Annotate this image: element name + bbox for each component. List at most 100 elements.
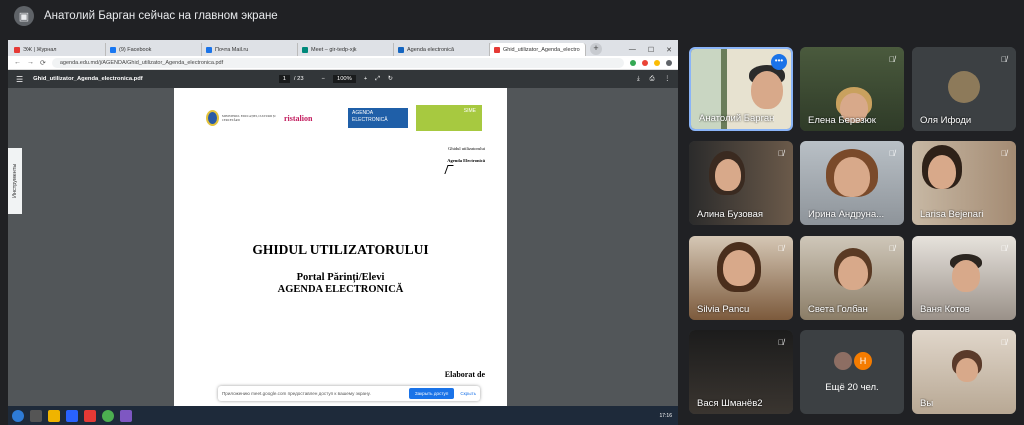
download-icon[interactable]: ⤓ xyxy=(637,76,640,83)
logo-row: MINISTERUL EDUCAȚIEI, CULTURII ȘI CERCET… xyxy=(206,105,482,131)
windows-taskbar: 17:16 xyxy=(8,406,678,425)
more-options-icon[interactable]: ••• xyxy=(771,54,787,70)
extension-icon[interactable] xyxy=(654,59,660,66)
mic-off-icon: 🎙̸ xyxy=(1001,338,1007,347)
more-vert-icon[interactable]: ⋮ xyxy=(664,76,670,83)
tab-favicon-icon xyxy=(302,46,308,53)
participant-name: Елена Березюк xyxy=(808,115,876,126)
participant-tile-self[interactable]: 🎙̸ Вы xyxy=(912,330,1016,414)
browser-tab[interactable]: Agenda electronică xyxy=(394,43,490,56)
rotate-icon[interactable]: ↻ xyxy=(388,76,393,82)
participant-name: Вы xyxy=(920,398,934,409)
agenda-logo: AGENDA ELECTRONICĂ xyxy=(348,108,408,128)
share-message: Приложению meet.google.com предоставлен … xyxy=(222,391,371,396)
taskbar-app-icon[interactable] xyxy=(30,409,42,422)
mouse-cursor-icon xyxy=(444,165,454,174)
participant-tile[interactable]: 🎙̸ Оля Ифоди xyxy=(912,47,1016,131)
participant-name: Silvia Pancu xyxy=(697,304,750,315)
participant-name: Ирина Андруна... xyxy=(808,209,885,220)
participant-tile[interactable]: 🎙̸ Вася Шманёв2 xyxy=(689,330,793,414)
ministry-seal-icon xyxy=(206,110,220,126)
zoom-out-icon[interactable]: − xyxy=(322,76,325,82)
pdf-page: MINISTERUL EDUCAȚIEI, CULTURII ȘI CERCET… xyxy=(174,88,507,406)
minimize-icon[interactable]: — xyxy=(629,46,636,54)
ministry-logo: MINISTERUL EDUCAȚIEI, CULTURII ȘI CERCET… xyxy=(206,110,276,126)
participant-tile[interactable]: 🎙̸ Ваня Котов xyxy=(912,236,1016,320)
tab-favicon-icon xyxy=(398,46,404,53)
url-text: agenda.edu.md/j/AGENDA/Ghid_utilizator_A… xyxy=(59,59,224,66)
back-icon[interactable]: ← xyxy=(14,59,21,66)
tab-favicon-icon xyxy=(206,46,212,53)
participant-name: Оля Ифоди xyxy=(920,115,972,126)
url-field[interactable]: agenda.edu.md/j/AGENDA/Ghid_utilizator_A… xyxy=(51,57,624,68)
presenter-banner: ▣ Анатолий Барган сейчас на главном экра… xyxy=(0,0,1024,32)
hide-bar-button[interactable]: Скрыть xyxy=(460,391,476,396)
participant-tile[interactable]: 🎙̸ Larisa Bejenari xyxy=(912,141,1016,225)
participant-name: Larisa Bejenari xyxy=(920,209,984,220)
ministry-logo-text: MINISTERUL EDUCAȚIEI, CULTURII ȘI CERCET… xyxy=(222,114,276,122)
tab-label: Ghid_utilizator_Agenda_electro xyxy=(503,46,580,53)
maximize-icon[interactable]: ☐ xyxy=(648,46,654,54)
tab-label: Agenda electronică xyxy=(407,46,455,53)
browser-tab[interactable]: Почта Mail.ru xyxy=(202,43,298,56)
participant-name: Света Голбан xyxy=(808,304,868,315)
video-feed xyxy=(834,157,870,197)
mic-off-icon: 🎙̸ xyxy=(1001,244,1007,253)
ristalion-logo: ristalion xyxy=(284,114,340,123)
page-number-input[interactable]: 1 xyxy=(278,75,290,83)
zoom-in-icon[interactable]: + xyxy=(364,76,367,82)
close-icon[interactable]: ✕ xyxy=(666,46,672,54)
participant-tile[interactable]: 🎙̸ Света Голбан xyxy=(800,236,904,320)
participant-tile[interactable]: 🎙̸ Ирина Андруна... xyxy=(800,141,904,225)
taskbar-app-icon[interactable] xyxy=(66,409,78,422)
print-icon[interactable]: ⎙ xyxy=(650,76,655,83)
menu-icon[interactable]: ☰ xyxy=(16,75,23,84)
agenda-logo-text: AGENDA ELECTRONICĂ xyxy=(352,110,388,123)
clock: 17:16 xyxy=(659,412,672,419)
browser-tab-active[interactable]: Ghid_utilizator_Agenda_electro xyxy=(490,43,586,56)
browser-tab[interactable]: ЭЖ | Журнал xyxy=(10,43,106,56)
pdf-actions: ⤓ ⎙ ⋮ xyxy=(637,76,670,83)
participant-tile[interactable]: 🎙̸ Silvia Pancu xyxy=(689,236,793,320)
taskbar-app-icon[interactable] xyxy=(84,409,96,422)
fit-page-icon[interactable]: ⤢ xyxy=(375,76,380,83)
more-participants-tile[interactable]: Н Ещё 20 чел. xyxy=(800,330,904,414)
zoom-level[interactable]: 100% xyxy=(332,75,356,83)
extension-icon[interactable] xyxy=(630,59,636,66)
profile-icon[interactable] xyxy=(666,59,672,66)
zoom-controls: − 100% + ⤢ ↻ xyxy=(322,75,393,83)
chrome-icon[interactable] xyxy=(102,409,114,422)
forward-icon[interactable]: → xyxy=(27,59,34,66)
document-title: GHIDUL UTILIZATORULUI xyxy=(252,242,429,257)
avatar xyxy=(834,352,852,370)
new-tab-button[interactable]: + xyxy=(590,43,602,55)
document-subtitle-2: AGENDA ELECTRONICĂ xyxy=(277,284,404,295)
system-tray: 17:16 xyxy=(659,413,678,419)
pdf-viewer[interactable]: Инструменты MINISTERUL EDUCAȚIEI, CULTUR… xyxy=(8,88,678,406)
participant-tile[interactable]: 🎙̸ Алина Бузовая xyxy=(689,141,793,225)
shared-screen: ЭЖ | Журнал (9) Facebook Почта Mail.ru M… xyxy=(8,40,678,425)
tab-label: (9) Facebook xyxy=(119,46,152,53)
avatar xyxy=(948,71,980,103)
start-icon[interactable] xyxy=(12,409,24,422)
taskbar-app-icon[interactable] xyxy=(120,409,132,422)
video-feed xyxy=(715,159,741,191)
extension-icon[interactable] xyxy=(642,59,648,66)
tab-favicon-icon xyxy=(14,46,20,53)
stop-sharing-button[interactable]: Закрыть доступ xyxy=(408,388,455,399)
mic-off-icon: 🎙̸ xyxy=(1001,55,1007,64)
participant-tile[interactable]: ••• Анатолий Барган xyxy=(689,47,793,131)
elaborat-text: Elaborat de xyxy=(444,370,485,379)
reload-icon[interactable]: ⟳ xyxy=(40,59,46,67)
participant-tile[interactable]: 🎙̸ Елена Березюк xyxy=(800,47,904,131)
mic-off-icon: 🎙̸ xyxy=(778,338,784,347)
video-feed xyxy=(956,358,978,382)
browser-tab[interactable]: Meet – gir-tedp-xjk xyxy=(298,43,394,56)
participant-name: Алина Бузовая xyxy=(697,209,764,220)
browser-tab[interactable]: (9) Facebook xyxy=(106,43,202,56)
tools-side-tab-label: Инструменты xyxy=(12,163,18,199)
participant-name: Анатолий Барган xyxy=(699,113,775,124)
present-screen-icon: ▣ xyxy=(14,6,34,26)
tools-side-tab[interactable]: Инструменты xyxy=(8,148,22,214)
folder-icon[interactable] xyxy=(48,409,60,422)
